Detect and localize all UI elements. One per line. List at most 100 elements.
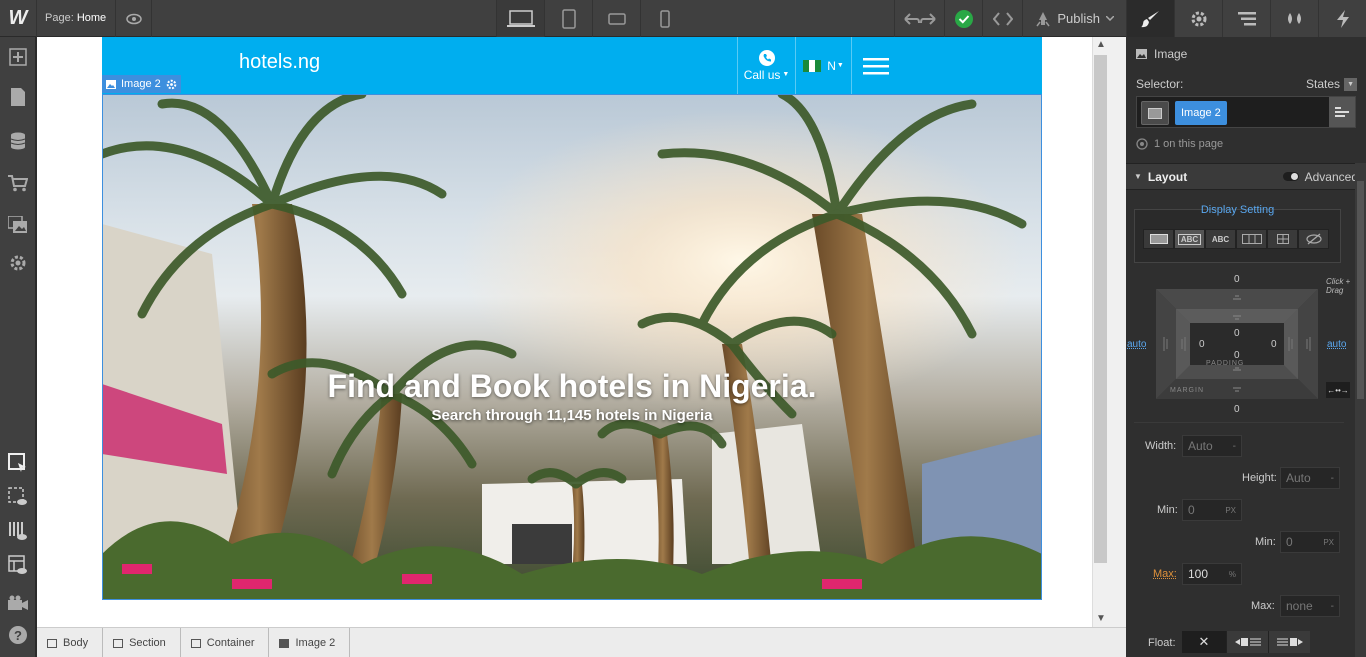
display-inline-block-button[interactable]: ABC	[1174, 229, 1205, 249]
display-inline-button[interactable]: ABC	[1205, 229, 1236, 249]
display-block-button[interactable]	[1143, 229, 1174, 249]
max-width-input[interactable]: 100%	[1182, 563, 1242, 585]
min-width-input[interactable]: 0 PX	[1182, 499, 1242, 521]
call-us-label: Call us	[743, 67, 781, 82]
preview-button[interactable]	[115, 0, 152, 37]
layout-section-header[interactable]: ▼ Layout Advanced	[1126, 163, 1366, 190]
rocket-icon	[1036, 11, 1050, 26]
add-elements-button[interactable]	[0, 41, 36, 73]
panel-scrollbar[interactable]	[1355, 163, 1366, 657]
portrait-view-button[interactable]	[640, 0, 688, 37]
class-pill[interactable]: Image 2	[1175, 101, 1227, 125]
lightning-icon	[1336, 9, 1349, 28]
min-height-label: Min:	[1255, 536, 1276, 548]
select-tool-button[interactable]	[0, 447, 36, 479]
float-right-button[interactable]	[1268, 631, 1310, 653]
help-button[interactable]: ?	[0, 619, 36, 651]
webflow-logo[interactable]: W	[0, 0, 37, 37]
display-flex-button[interactable]	[1236, 229, 1267, 249]
desktop-view-button[interactable]	[496, 0, 544, 37]
padding-left-value[interactable]: 0	[1199, 339, 1205, 350]
margin-label: MARGIN	[1170, 387, 1204, 394]
code-brackets-icon	[992, 11, 1013, 26]
site-status[interactable]	[944, 0, 982, 37]
assets-button[interactable]	[0, 209, 36, 241]
hamburger-menu-button[interactable]	[851, 37, 899, 94]
design-canvas[interactable]: hotels.ng Call us ▼ N ▼ Find and Book ho…	[37, 37, 1092, 627]
scroll-down-icon[interactable]: ▼	[1096, 613, 1106, 624]
left-toolbar: ?	[0, 37, 36, 657]
margin-link-button[interactable]: ←••→	[1326, 382, 1350, 398]
max-width-label: Max:	[1153, 568, 1177, 580]
database-icon	[10, 132, 26, 150]
breadcrumb-body[interactable]: Body	[37, 628, 104, 657]
top-toolbar: W Page: Home Publish	[0, 0, 1126, 37]
height-input[interactable]: Auto -	[1280, 467, 1340, 489]
element-tag-pill[interactable]	[1141, 101, 1169, 125]
scroll-up-icon[interactable]: ▲	[1096, 39, 1106, 50]
publish-label: Publish	[1057, 11, 1100, 26]
margin-left-value[interactable]: auto	[1127, 339, 1146, 350]
hero-image[interactable]: Find and Book hotels in Nigeria. Search …	[102, 94, 1042, 600]
width-input[interactable]: Auto -	[1182, 435, 1242, 457]
undo-redo[interactable]	[894, 0, 944, 37]
padding-right-value[interactable]: 0	[1271, 339, 1277, 350]
selector-label: Selector:	[1136, 77, 1184, 91]
box-model-editor[interactable]	[1156, 289, 1318, 399]
breadcrumb-section[interactable]: Section	[103, 628, 181, 657]
selection-tag[interactable]: Image 2	[102, 75, 181, 93]
float-none-button[interactable]: ✕	[1182, 631, 1226, 653]
image-icon	[1136, 49, 1147, 59]
landscape-view-button[interactable]	[592, 0, 640, 37]
max-height-input[interactable]: none -	[1280, 595, 1340, 617]
video-tutorials-button[interactable]	[0, 587, 36, 619]
selector-field[interactable]: Image 2	[1136, 96, 1356, 128]
language-selector[interactable]: N ▼	[795, 37, 851, 94]
breadcrumb-image[interactable]: Image 2	[269, 628, 351, 657]
cursor-select-icon	[8, 453, 26, 472]
margin-bottom-value[interactable]: 0	[1234, 404, 1240, 415]
phone-icon	[758, 49, 775, 66]
advanced-toggle[interactable]: Advanced	[1282, 170, 1358, 184]
display-none-button[interactable]	[1298, 229, 1329, 249]
publish-button[interactable]: Publish	[1022, 0, 1126, 37]
states-dropdown[interactable]: States ▼	[1306, 77, 1358, 91]
undo-redo-icon	[904, 12, 936, 25]
tab-navigator[interactable]	[1222, 0, 1270, 37]
float-left-button[interactable]	[1226, 631, 1268, 653]
scroll-thumb[interactable]	[1094, 55, 1107, 563]
padding-top-value[interactable]: 0	[1234, 328, 1240, 339]
tab-interactions[interactable]	[1318, 0, 1366, 37]
margin-top-value[interactable]: 0	[1234, 274, 1240, 285]
selector-menu-button[interactable]	[1329, 97, 1355, 127]
tab-style[interactable]	[1126, 0, 1174, 37]
site-logo[interactable]: hotels.ng	[239, 51, 320, 74]
xray-button[interactable]	[0, 549, 36, 581]
call-us-button[interactable]: Call us ▼	[737, 37, 795, 94]
eye-icon	[125, 13, 142, 24]
canvas-scrollbar[interactable]: ▲ ▼	[1092, 37, 1126, 627]
display-grid-button[interactable]	[1267, 229, 1298, 249]
code-export-button[interactable]	[982, 0, 1022, 37]
cms-button[interactable]	[0, 125, 36, 157]
style-panel: Image Selector: States ▼ Image 2 1 on th…	[1126, 37, 1366, 657]
breadcrumb-container[interactable]: Container	[181, 628, 270, 657]
gear-icon[interactable]	[166, 79, 177, 90]
section-icon	[113, 638, 124, 648]
image-icon	[279, 638, 290, 648]
preview-selection-button[interactable]	[0, 481, 36, 513]
site-settings-button[interactable]	[0, 247, 36, 279]
padding-bottom-value[interactable]: 0	[1234, 350, 1240, 361]
margin-right-value[interactable]: auto	[1327, 339, 1346, 350]
paintbrush-icon	[1140, 10, 1159, 27]
min-height-input[interactable]: 0 PX	[1280, 531, 1340, 553]
current-page[interactable]: Page: Home	[45, 12, 106, 24]
grid-overlay-button[interactable]	[0, 515, 36, 547]
ecommerce-button[interactable]	[0, 167, 36, 199]
pages-button[interactable]	[0, 81, 36, 113]
device-switcher	[496, 0, 688, 37]
tablet-view-button[interactable]	[544, 0, 592, 37]
tab-swatches[interactable]	[1270, 0, 1318, 37]
hero-title: Find and Book hotels in Nigeria.	[327, 368, 817, 404]
tab-settings[interactable]	[1174, 0, 1222, 37]
